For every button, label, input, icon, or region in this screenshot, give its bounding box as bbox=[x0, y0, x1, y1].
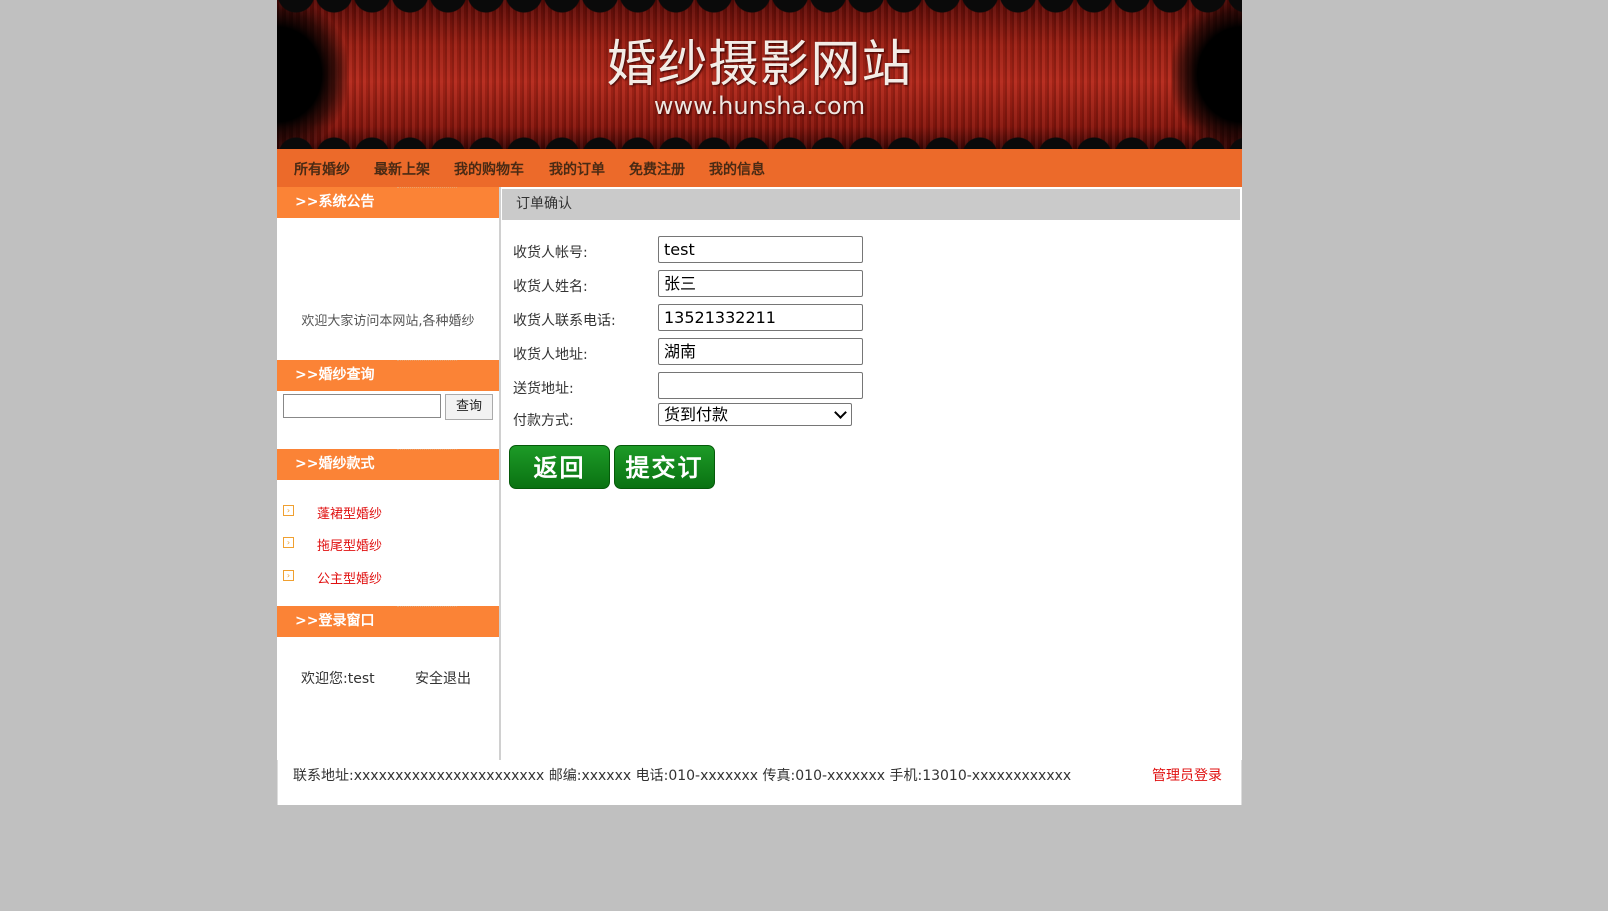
payment-select-value: 货到付款 bbox=[664, 405, 729, 424]
phone-label: 收货人联系电话: bbox=[513, 313, 616, 329]
sidebar: >>系统公告 欢迎大家访问本网站,各种婚纱 >>婚纱查询 查询 >>婚纱款式 ›… bbox=[277, 187, 501, 760]
arrow-box-icon: › bbox=[283, 570, 294, 581]
nav-register[interactable]: 免费注册 bbox=[629, 159, 685, 179]
logout-link[interactable]: 安全退出 bbox=[415, 668, 471, 688]
payment-select[interactable]: 货到付款 bbox=[658, 403, 852, 426]
delivery-address-label: 送货地址: bbox=[513, 381, 574, 397]
footer-contact-info: 联系地址:xxxxxxxxxxxxxxxxxxxxxxx 邮编:xxxxxx 电… bbox=[293, 768, 1072, 784]
site-title: 婚纱摄影网站 bbox=[606, 35, 913, 93]
login-heading: >>登录窗口 bbox=[277, 606, 499, 637]
back-button[interactable]: 返回 bbox=[509, 445, 610, 489]
order-confirm-header: 订单确认 bbox=[502, 189, 1240, 220]
address-input[interactable]: 湖南 bbox=[658, 338, 863, 365]
payment-label: 付款方式: bbox=[513, 413, 574, 429]
nav-my-info[interactable]: 我的信息 bbox=[709, 159, 765, 179]
styles-heading: >>婚纱款式 bbox=[277, 449, 499, 480]
phone-input[interactable]: 13521332211 bbox=[658, 304, 863, 331]
notice-heading: >>系统公告 bbox=[277, 187, 499, 218]
submit-order-button[interactable]: 提交订单 bbox=[614, 445, 715, 526]
address-label: 收货人地址: bbox=[513, 347, 588, 363]
search-heading: >>婚纱查询 bbox=[277, 360, 499, 391]
welcome-text: 欢迎您:test bbox=[301, 671, 375, 687]
chevron-down-icon bbox=[834, 406, 847, 419]
site-domain: www.hunsha.com bbox=[653, 92, 866, 120]
admin-login-link[interactable]: 管理员登录 bbox=[1152, 765, 1222, 785]
site-banner: 婚纱摄影网站 www.hunsha.com bbox=[277, 0, 1242, 149]
name-input[interactable]: 张三 bbox=[658, 270, 863, 297]
style-item-label[interactable]: 蓬裙型婚纱 bbox=[317, 503, 382, 522]
delivery-address-input[interactable] bbox=[658, 372, 863, 399]
arrow-box-icon: › bbox=[283, 537, 294, 548]
name-label: 收货人姓名: bbox=[513, 279, 588, 295]
nav-cart[interactable]: 我的购物车 bbox=[454, 159, 524, 179]
style-item-label[interactable]: 拖尾型婚纱 bbox=[317, 535, 382, 554]
account-input[interactable]: test bbox=[658, 236, 863, 263]
search-button[interactable]: 查询 bbox=[445, 394, 493, 420]
nav-new-arrivals[interactable]: 最新上架 bbox=[374, 159, 430, 179]
style-item-label[interactable]: 公主型婚纱 bbox=[317, 568, 382, 587]
arrow-box-icon: › bbox=[283, 505, 294, 516]
account-label: 收货人帐号: bbox=[513, 245, 588, 261]
page: 婚纱摄影网站 www.hunsha.com 所有婚纱 最新上架 我的购物车 我的… bbox=[277, 0, 1242, 805]
nav-my-orders[interactable]: 我的订单 bbox=[549, 159, 605, 179]
footer: 联系地址:xxxxxxxxxxxxxxxxxxxxxxx 邮编:xxxxxx 电… bbox=[277, 760, 1242, 805]
main-nav: 所有婚纱 最新上架 我的购物车 我的订单 免费注册 我的信息 bbox=[277, 149, 1242, 187]
search-input[interactable] bbox=[283, 394, 441, 418]
nav-all-dresses[interactable]: 所有婚纱 bbox=[294, 159, 350, 179]
notice-text: 欢迎大家访问本网站,各种婚纱 bbox=[301, 314, 475, 329]
